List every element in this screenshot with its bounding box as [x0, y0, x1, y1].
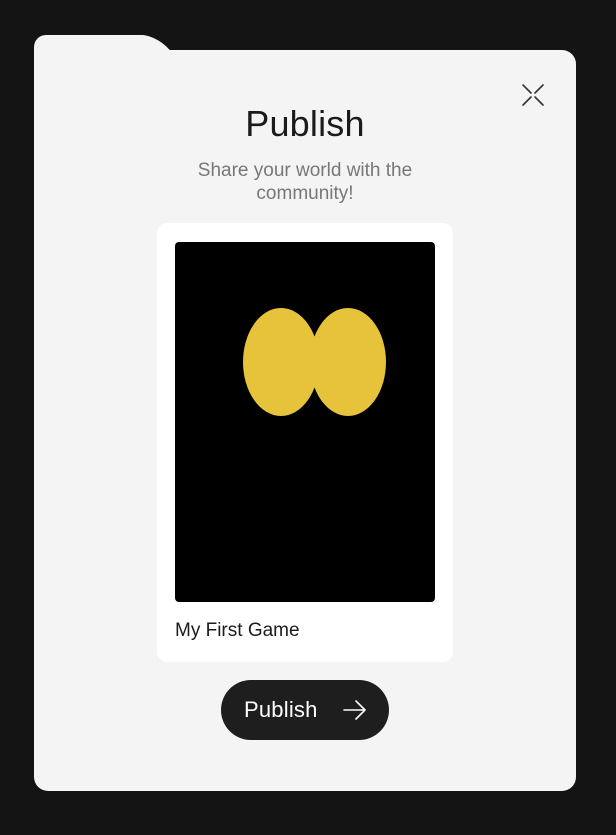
game-thumbnail [175, 242, 435, 602]
game-name: My First Game [175, 620, 300, 641]
publish-button[interactable]: Publish [221, 680, 389, 740]
arrow-right-icon [343, 700, 366, 720]
game-card[interactable]: My First Game [157, 223, 453, 662]
thumbnail-shape-left [243, 308, 319, 416]
thumbnail-shape-right [310, 308, 386, 416]
dialog-title: Publish [245, 103, 365, 144]
thumbnail-art [243, 308, 386, 416]
publish-button-label: Publish [244, 697, 318, 722]
dialog-subtitle: Share your world with the community! [197, 160, 413, 204]
backdrop: Publish Share your world with the commun… [0, 0, 616, 835]
